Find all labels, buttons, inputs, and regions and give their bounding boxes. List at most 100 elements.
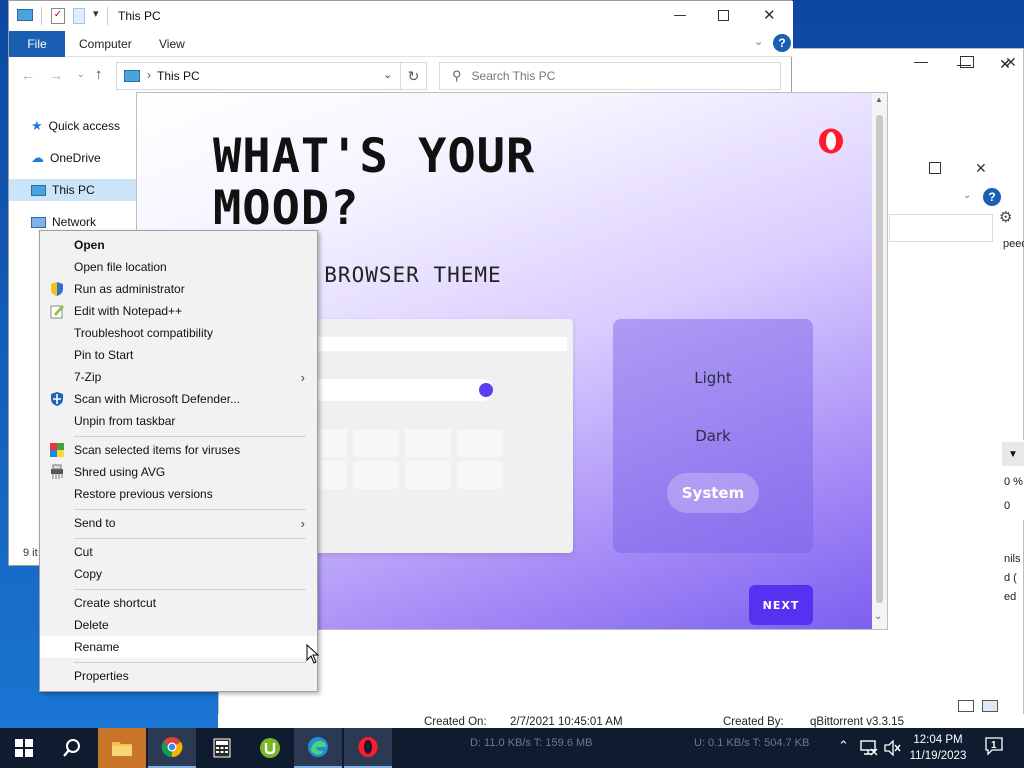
menu-item-create-shortcut[interactable]: Create shortcut [40,592,317,614]
taskbar-chrome[interactable] [148,728,196,768]
menu-item-run-as-administrator[interactable]: Run as administrator [40,278,317,300]
taskbar-utorrent[interactable] [246,728,294,768]
chevron-down-icon[interactable]: ⌄ [754,35,763,48]
preview-tile [457,461,503,489]
minimize-icon[interactable] [674,15,686,16]
opera-scrollbar-thumb[interactable] [876,115,883,603]
menu-label: 7-Zip [74,370,102,384]
help-icon[interactable]: ? [773,34,791,52]
scroll-up-icon[interactable]: ▲ [875,95,883,104]
taskbar-opera[interactable] [344,728,392,768]
menu-item-restore-versions[interactable]: Restore previous versions [40,483,317,505]
menu-item-7zip[interactable]: 7-Zip › [40,366,317,388]
refresh-icon[interactable]: ↻ [401,62,427,90]
menu-label: Send to [74,516,116,530]
menu-item-unpin-taskbar[interactable]: Unpin from taskbar [40,410,317,432]
address-bar[interactable]: › This PC ⌄ [116,62,401,90]
scroll-down-icon[interactable]: ⌄ [874,611,882,622]
volume-muted-icon[interactable] [884,740,902,756]
taskbar-file-explorer[interactable] [98,728,146,768]
close-icon[interactable]: ✕ [1005,54,1017,71]
forward-arrow-icon[interactable]: → [49,67,63,83]
chevron-right-icon[interactable]: › [147,68,151,82]
quick-access-dropdown-icon[interactable]: ▾ [93,7,99,20]
notification-center[interactable]: 1 [984,736,1006,758]
qb-count-text: 0 [1004,500,1011,512]
menu-item-troubleshoot[interactable]: Troubleshoot compatibility [40,322,317,344]
details-view-icon[interactable] [958,700,974,712]
menu-item-open-file-location[interactable]: Open file location [40,256,317,278]
tiles-view-icon[interactable] [982,700,998,712]
this-pc-icon [31,184,46,196]
menu-item-pin-to-start[interactable]: Pin to Start [40,344,317,366]
navigation-pane: ★ Quick access ☁ OneDrive This PC Networ… [9,113,139,233]
chevron-up-icon[interactable]: ⌃ [838,738,849,754]
menu-item-rename[interactable]: Rename [40,636,317,658]
theme-option-system[interactable]: System [667,473,759,513]
back-arrow-icon[interactable]: ← [21,67,35,83]
qb-side-notes: nils d ( ed [1004,550,1021,607]
navigation-bar: ← → ⌄ ↑ › This PC ⌄ ↻ ⚲ Search This PC [9,57,793,93]
maximize-icon[interactable] [929,162,941,174]
menu-item-delete[interactable]: Delete [40,614,317,636]
maximize-icon[interactable] [960,56,974,68]
nav-item-this-pc[interactable]: This PC [9,179,139,201]
taskbar-edge[interactable] [294,728,342,768]
search-input[interactable]: ⚲ Search This PC [439,62,781,90]
close-icon[interactable]: ✕ [975,160,987,177]
new-folder-icon[interactable] [73,8,85,24]
qb-speed-label: peed [1003,238,1024,250]
system-clock[interactable]: 12:04 PM 11/19/2023 [906,732,970,764]
tab-view[interactable]: View [159,37,185,51]
properties-icon[interactable]: ✓ [51,8,65,24]
help-icon[interactable]: ? [983,188,1001,206]
menu-separator [74,538,306,539]
tab-computer[interactable]: Computer [79,37,132,51]
menu-item-open[interactable]: Open [40,234,317,256]
mouse-cursor-icon [306,644,320,664]
explorer-titlebar[interactable]: ✓ ▾ This PC ✕ [9,1,793,31]
nav-label: OneDrive [50,151,101,165]
preview-tile [353,461,399,489]
menu-item-shred-avg[interactable]: Shred using AVG [40,461,317,483]
menu-item-send-to[interactable]: Send to › [40,512,317,534]
qb-side-values: ▼ 0 % 0 [1002,440,1024,520]
nav-item-onedrive[interactable]: ☁ OneDrive [9,147,139,169]
menu-item-scan-defender[interactable]: Scan with Microsoft Defender... [40,388,317,410]
chevron-down-icon[interactable]: ▼ [1002,442,1024,466]
nav-item-quick-access[interactable]: ★ Quick access [9,115,139,137]
gear-icon[interactable]: ⚙ [999,208,1012,226]
up-arrow-icon[interactable]: ↑ [95,66,103,83]
theme-option-light[interactable]: Light [613,369,813,387]
cloud-icon: ☁ [31,150,44,165]
nav-label: Network [52,215,97,229]
shredder-icon [51,464,63,479]
created-by-label: Created By: [723,716,784,728]
menu-label: Scan with Microsoft Defender... [74,392,241,406]
recent-locations-icon[interactable]: ⌄ [77,69,85,80]
nav-label: This PC [52,183,95,197]
menu-item-edit-notepadpp[interactable]: Edit with Notepad++ [40,300,317,322]
taskbar-calculator[interactable] [198,728,246,768]
minimize-icon[interactable] [914,62,928,63]
next-button[interactable]: NEXT [749,585,813,625]
start-button[interactable] [0,728,48,768]
menu-item-copy[interactable]: Copy [40,563,317,585]
utorrent-icon [260,738,280,758]
chevron-down-icon[interactable]: ⌄ [383,68,392,81]
qb-search-field[interactable] [889,214,993,242]
menu-item-properties[interactable]: Properties [40,665,317,687]
menu-item-scan-viruses[interactable]: Scan selected items for viruses [40,439,317,461]
chevron-down-icon[interactable]: ⌄ [963,190,971,201]
close-icon[interactable]: ✕ [763,6,776,24]
network-tray-icon[interactable] [860,740,878,756]
menu-item-cut[interactable]: Cut [40,541,317,563]
qb-note-2: d ( [1004,572,1017,584]
theme-option-dark[interactable]: Dark [613,427,813,445]
tab-file[interactable]: File [9,31,65,57]
headline-line-2: MOOD? [213,181,360,236]
divider [107,7,108,25]
maximize-icon[interactable] [718,10,729,21]
search-button[interactable] [48,728,96,768]
taskbar: D: 11.0 KB/s T: 159.6 MB U: 0.1 KB/s T: … [0,728,1024,768]
